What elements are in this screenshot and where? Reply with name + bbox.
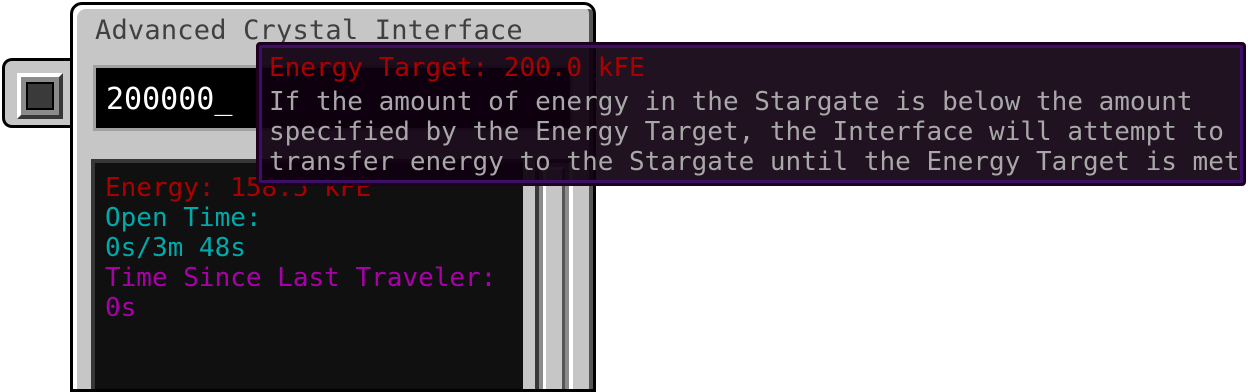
tooltip-title: Energy Target: 200.0 kFE [269,53,645,83]
last-traveler-label: Time Since Last Traveler: [105,263,497,293]
tooltip-line: specified by the Energy Target, the Inte… [269,117,1224,147]
scrollbar-thumb[interactable] [543,167,565,389]
status-info-box: Energy: 158.5 kFE Open Time: 0s/3m 48s T… [91,159,523,389]
side-toggle-button[interactable] [2,58,72,128]
tooltip-line: If the amount of energy in the Stargate … [269,87,1193,117]
open-time-label: Open Time: [105,203,262,233]
info-scrollbar[interactable] [535,159,573,389]
open-time-value: 0s/3m 48s [105,233,246,263]
last-traveler-value: 0s [105,293,137,323]
energy-target-value: 200000_ [106,82,233,117]
energy-target-tooltip: Energy Target: 200.0 kFE If the amount o… [256,42,1246,186]
tooltip-line: transfer energy to the Stargate until th… [269,147,1240,177]
square-slot-icon [26,82,54,110]
side-button-frame [17,73,63,119]
